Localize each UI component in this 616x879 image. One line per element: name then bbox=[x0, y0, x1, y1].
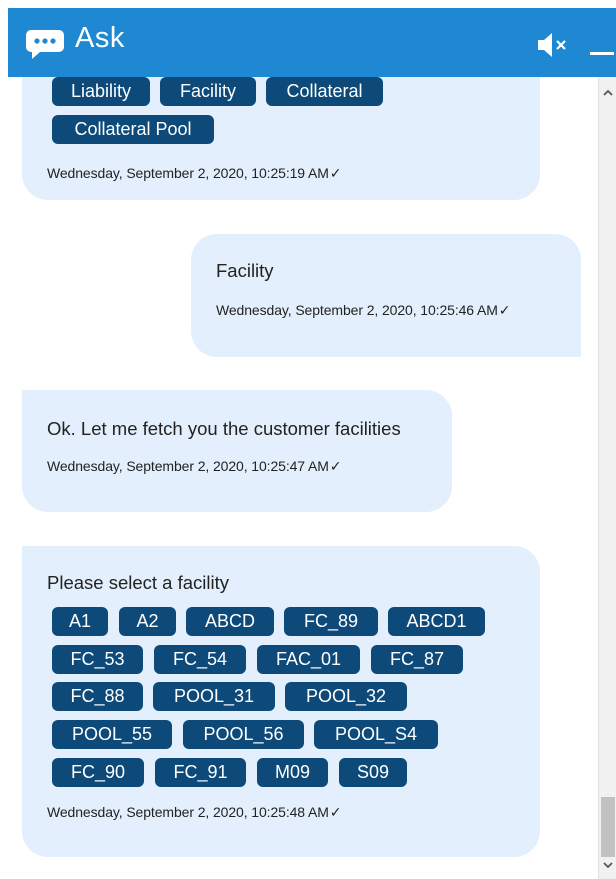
facility-option-chip[interactable]: POOL_55 bbox=[52, 720, 172, 749]
option-chip[interactable]: Facility bbox=[160, 77, 256, 106]
message-text: Ok. Let me fetch you the customer facili… bbox=[47, 418, 401, 439]
message-text: Please select a facility bbox=[47, 572, 230, 593]
bot-message: Please select a facility A1 A2 ABCD FC_8… bbox=[22, 546, 540, 857]
minimize-icon[interactable] bbox=[590, 52, 614, 55]
chat-header: Ask bbox=[8, 8, 616, 77]
facility-option-chip[interactable]: FC_53 bbox=[52, 645, 143, 674]
facility-option-chip[interactable]: POOL_56 bbox=[183, 720, 304, 749]
facility-option-chip[interactable]: ABCD1 bbox=[388, 607, 485, 636]
delivered-check-icon: ✓ bbox=[329, 165, 342, 181]
bot-message: Liability Facility Collateral Collateral… bbox=[22, 77, 540, 200]
message-timestamp: Wednesday, September 2, 2020, 10:25:47 A… bbox=[47, 458, 342, 474]
facility-option-chip[interactable]: A2 bbox=[119, 607, 176, 636]
scrollbar[interactable] bbox=[598, 77, 616, 879]
message-timestamp: Wednesday, September 2, 2020, 10:25:19 A… bbox=[47, 165, 342, 181]
delivered-check-icon: ✓ bbox=[498, 302, 511, 318]
facility-option-chip[interactable]: POOL_31 bbox=[153, 682, 275, 711]
delivered-check-icon: ✓ bbox=[329, 458, 342, 474]
message-timestamp: Wednesday, September 2, 2020, 10:25:46 A… bbox=[216, 302, 511, 318]
facility-option-chip[interactable]: FC_54 bbox=[154, 645, 246, 674]
facility-option-chip[interactable]: FC_87 bbox=[371, 645, 463, 674]
scroll-down-arrow-icon[interactable] bbox=[602, 859, 614, 871]
chat-bubble-icon bbox=[26, 30, 64, 59]
facility-option-chip[interactable]: M09 bbox=[257, 758, 328, 787]
speaker-mute-icon[interactable] bbox=[536, 31, 570, 59]
facility-option-chip[interactable]: A1 bbox=[52, 607, 108, 636]
scroll-up-arrow-icon[interactable] bbox=[602, 87, 614, 99]
facility-option-chip[interactable]: FAC_01 bbox=[257, 645, 360, 674]
facility-option-chip[interactable]: FC_88 bbox=[52, 682, 143, 711]
facility-option-chip[interactable]: POOL_32 bbox=[285, 682, 407, 711]
message-text: Facility bbox=[216, 260, 274, 281]
message-timestamp: Wednesday, September 2, 2020, 10:25:48 A… bbox=[47, 804, 342, 820]
delivered-check-icon: ✓ bbox=[329, 804, 342, 820]
chat-title: Ask bbox=[75, 22, 125, 54]
facility-option-chip[interactable]: POOL_S4 bbox=[314, 720, 438, 749]
facility-option-chip[interactable]: S09 bbox=[339, 758, 407, 787]
message-list: Liability Facility Collateral Collateral… bbox=[0, 77, 598, 879]
user-message: Facility Wednesday, September 2, 2020, 1… bbox=[191, 234, 581, 357]
facility-option-chip[interactable]: ABCD bbox=[186, 607, 274, 636]
scrollbar-thumb[interactable] bbox=[601, 797, 615, 857]
option-chip[interactable]: Collateral Pool bbox=[52, 115, 214, 144]
option-chip[interactable]: Collateral bbox=[266, 77, 383, 106]
facility-option-chip[interactable]: FC_91 bbox=[155, 758, 246, 787]
bot-message: Ok. Let me fetch you the customer facili… bbox=[22, 390, 452, 512]
facility-option-chip[interactable]: FC_89 bbox=[284, 607, 378, 636]
option-chip[interactable]: Liability bbox=[52, 77, 150, 106]
chat-window: Ask Liability Facility Collateral Collat… bbox=[0, 0, 616, 879]
facility-option-chip[interactable]: FC_90 bbox=[52, 758, 144, 787]
